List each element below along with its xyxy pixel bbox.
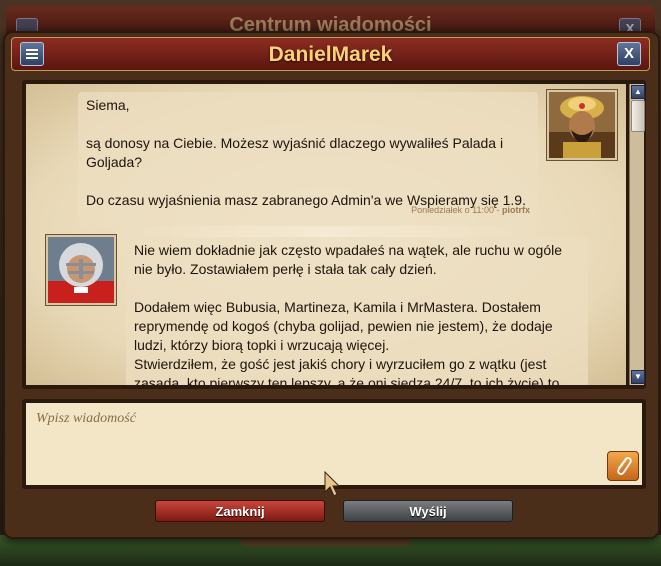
dialog-titlebar: DanielMarek X xyxy=(11,37,650,71)
paperclip-icon xyxy=(617,457,632,475)
scroll-thumb[interactable] xyxy=(631,100,645,132)
message-list[interactable]: Siema, są donosy na Ciebie. Możesz wyjaś… xyxy=(26,84,626,385)
attach-button[interactable] xyxy=(607,451,639,481)
message-timestamp: Poniedziałek o 11:00 - xyxy=(411,205,500,215)
conversation-dialog: DanielMarek X Siema, są donosy na Ciebie… xyxy=(3,31,660,539)
messages-frame: Siema, są donosy na Ciebie. Możesz wyjaś… xyxy=(22,80,646,389)
message-meta: Poniedziałek o 11:00 - piotrfx xyxy=(411,201,530,220)
football-player-avatar[interactable] xyxy=(45,234,117,306)
message-text: Nie wiem dokładnie jak często wpadałeś n… xyxy=(134,242,564,385)
mouse-cursor-icon xyxy=(324,470,341,502)
message-bubble-outgoing: Nie wiem dokładnie jak często wpadałeś n… xyxy=(126,237,588,385)
scroll-down-icon[interactable]: ▼ xyxy=(631,370,645,384)
message-text: Siema, są donosy na Ciebie. Możesz wyjaś… xyxy=(86,97,526,208)
close-icon[interactable]: X xyxy=(617,42,641,66)
scroll-up-icon[interactable]: ▲ xyxy=(631,85,645,99)
sultan-avatar[interactable] xyxy=(546,89,618,161)
message-author[interactable]: piotrfx xyxy=(502,205,530,215)
messages-scrollbar[interactable]: ▲ ▼ xyxy=(629,84,645,385)
message-bubble-incoming: Siema, są donosy na Ciebie. Możesz wyjaś… xyxy=(78,92,538,226)
close-button[interactable]: Zamknij xyxy=(155,500,325,522)
send-button[interactable]: Wyślij xyxy=(343,500,513,522)
background-bottom-tab xyxy=(240,538,410,546)
dialog-title: DanielMarek xyxy=(268,43,393,66)
